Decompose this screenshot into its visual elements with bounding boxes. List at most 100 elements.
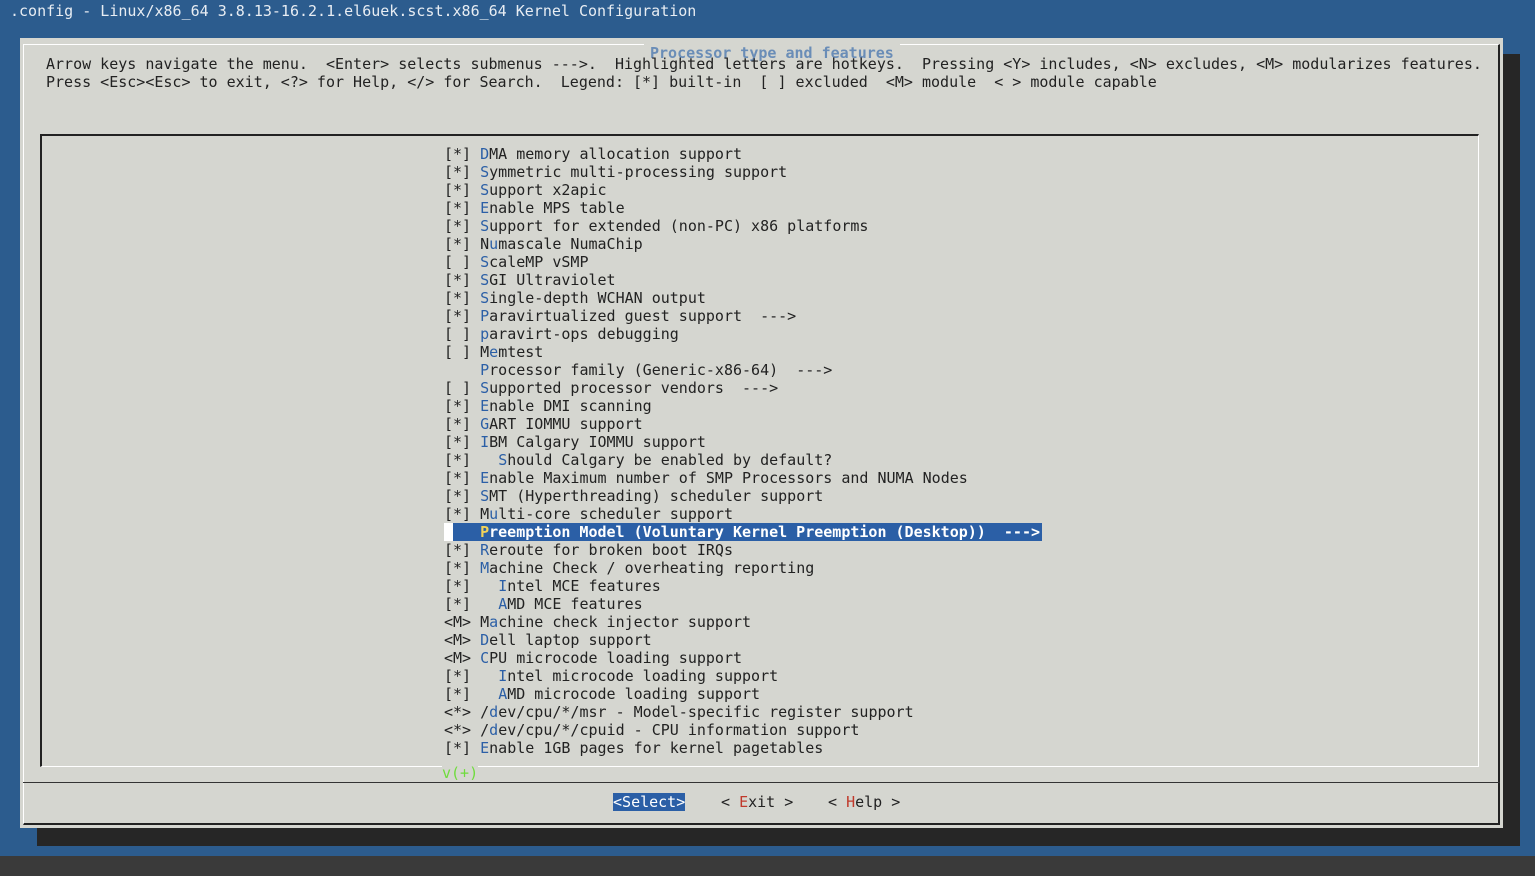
- menu-item[interactable]: [ ] Memtest: [444, 343, 543, 361]
- menu-item-state[interactable]: <M>: [444, 649, 480, 667]
- menu-item-state[interactable]: <M>: [444, 631, 480, 649]
- menu-item-state[interactable]: [*]: [444, 145, 480, 163]
- exit-button[interactable]: < Exit >: [721, 793, 793, 811]
- menu-item-state[interactable]: [*]: [444, 163, 480, 181]
- menu-item-hotkey: S: [480, 487, 490, 505]
- menu-item-hotkey: S: [480, 163, 490, 181]
- menu-item-selected[interactable]: Preemption Model (Voluntary Kernel Preem…: [444, 523, 1043, 541]
- window-title: .config - Linux/x86_64 3.8.13-16.2.1.el6…: [10, 2, 697, 20]
- help-button[interactable]: < Help >: [828, 793, 900, 811]
- menu-item[interactable]: [*] Single-depth WCHAN output: [444, 289, 706, 307]
- menu-item-label: PU microcode loading support: [489, 649, 743, 667]
- menu-item-state[interactable]: [*]: [444, 397, 480, 415]
- menu-item-state[interactable]: <M>: [444, 613, 480, 631]
- menu-item[interactable]: [*] Intel MCE features: [444, 577, 661, 595]
- menu-item-hotkey: A: [498, 595, 508, 613]
- menu-item-state[interactable]: [ ]: [444, 325, 480, 343]
- menu-item-state[interactable]: [*]: [444, 181, 480, 199]
- menu-item-hotkey: R: [480, 541, 490, 559]
- menu-item-hotkey: S: [480, 181, 490, 199]
- menu-item[interactable]: [*] Enable MPS table: [444, 199, 625, 217]
- menu-item-label: ymmetric multi-processing support: [489, 163, 788, 181]
- menu-item[interactable]: [*] Enable 1GB pages for kernel pagetabl…: [444, 739, 823, 757]
- menu-item-hotkey: I: [498, 577, 508, 595]
- menu-item[interactable]: [*] Support for extended (non-PC) x86 pl…: [444, 217, 868, 235]
- menu-item[interactable]: [*] DMA memory allocation support: [444, 145, 742, 163]
- menu-item-label: upported processor vendors --->: [489, 379, 779, 397]
- menu-item-hotkey: I: [498, 667, 508, 685]
- menu-item-state[interactable]: [*]: [444, 271, 480, 289]
- menu-item-state[interactable]: [*]: [444, 235, 480, 253]
- menu-item-state[interactable]: [444, 361, 480, 379]
- menu-item-hotkey: p: [480, 325, 490, 343]
- menu-item[interactable]: <M> CPU microcode loading support: [444, 649, 742, 667]
- menu-item[interactable]: [*] Enable DMI scanning: [444, 397, 652, 415]
- menu-item-state[interactable]: [*]: [444, 739, 480, 757]
- menu-item-spacer: [453, 523, 480, 541]
- menu-item[interactable]: <M> Dell laptop support: [444, 631, 652, 649]
- menu-item[interactable]: [*] Enable Maximum number of SMP Process…: [444, 469, 968, 487]
- help-text-line-1: Arrow keys navigate the menu. <Enter> se…: [46, 55, 1482, 73]
- menu-item-state[interactable]: [*]: [444, 559, 480, 577]
- menu-item-state[interactable]: [ ]: [444, 343, 480, 361]
- menu-item-lead: N: [480, 235, 490, 253]
- menu-item-state[interactable]: [*]: [444, 451, 480, 469]
- menu-item-state[interactable]: [*]: [444, 307, 480, 325]
- menu-item-state[interactable]: [*]: [444, 577, 480, 595]
- menu-item[interactable]: [*] IBM Calgary IOMMU support: [444, 433, 706, 451]
- menu-item[interactable]: [*] SGI Ultraviolet: [444, 271, 616, 289]
- menu-item-state[interactable]: [*]: [444, 505, 480, 523]
- menu-item[interactable]: Processor family (Generic-x86-64) --->: [444, 361, 832, 379]
- menu-item-state[interactable]: [*]: [444, 433, 480, 451]
- menu-item-label: achine Check / overheating reporting: [489, 559, 815, 577]
- menu-item-state[interactable]: [ ]: [444, 253, 480, 271]
- menu-item[interactable]: [*] Machine Check / overheating reportin…: [444, 559, 814, 577]
- menu-item-label: ev/cpu/*/msr - Model-specific register s…: [498, 703, 914, 721]
- menu-item[interactable]: [*] GART IOMMU support: [444, 415, 643, 433]
- menu-item[interactable]: [*] Intel microcode loading support: [444, 667, 778, 685]
- menu-item[interactable]: [*] Symmetric multi-processing support: [444, 163, 787, 181]
- menu-item-label: MT (Hyperthreading) scheduler support: [489, 487, 824, 505]
- scroll-more-indicator[interactable]: v(+): [442, 765, 479, 781]
- menu-item-label: nable 1GB pages for kernel pagetables: [489, 739, 824, 757]
- menu-item[interactable]: <*> /dev/cpu/*/msr - Model-specific regi…: [444, 703, 914, 721]
- menu-item-state[interactable]: [ ]: [444, 379, 480, 397]
- menu-item-state[interactable]: [*]: [444, 289, 480, 307]
- button-separator: [23, 782, 1500, 783]
- menu-item-label: ell laptop support: [489, 631, 652, 649]
- menu-item-state[interactable]: <*>: [444, 703, 480, 721]
- menu-item-state[interactable]: <*>: [444, 721, 480, 739]
- menu-item[interactable]: [ ] Supported processor vendors --->: [444, 379, 778, 397]
- menu-item-state[interactable]: [*]: [444, 415, 480, 433]
- menu-item[interactable]: [*] Support x2apic: [444, 181, 607, 199]
- menu-item-hotkey: E: [480, 469, 490, 487]
- menu-item[interactable]: [ ] ScaleMP vSMP: [444, 253, 589, 271]
- menu-item-label: nable DMI scanning: [489, 397, 652, 415]
- menu-item-state[interactable]: [*]: [444, 217, 480, 235]
- menu-item-state[interactable]: [*]: [444, 541, 480, 559]
- select-button[interactable]: <Select>: [613, 793, 686, 811]
- menu-item[interactable]: [*] Numascale NumaChip: [444, 235, 643, 253]
- menu-item[interactable]: [ ] paravirt-ops debugging: [444, 325, 679, 343]
- menu-item[interactable]: <*> /dev/cpu/*/cpuid - CPU information s…: [444, 721, 859, 739]
- menu-item-hotkey: e: [489, 343, 499, 361]
- menu-item-state[interactable]: [*]: [444, 667, 480, 685]
- menu-item-label: aravirtualized guest support --->: [489, 307, 797, 325]
- menu-item-state[interactable]: [*]: [444, 595, 480, 613]
- menu-item-state[interactable]: [*]: [444, 487, 480, 505]
- menu-listbox[interactable]: [*] DMA memory allocation support [*] Sym…: [40, 134, 1479, 781]
- menu-item-state[interactable]: [*]: [444, 685, 480, 703]
- menu-item-lead: M: [480, 613, 490, 631]
- menu-item[interactable]: [*] AMD microcode loading support: [444, 685, 760, 703]
- menu-item[interactable]: [*] Multi-core scheduler support: [444, 505, 733, 523]
- menu-item[interactable]: [*] Paravirtualized guest support --->: [444, 307, 796, 325]
- menu-item[interactable]: [*] SMT (Hyperthreading) scheduler suppo…: [444, 487, 823, 505]
- menu-item-label: caleMP vSMP: [489, 253, 589, 271]
- menu-item[interactable]: <M> Machine check injector support: [444, 613, 751, 631]
- menu-item[interactable]: [*] AMD MCE features: [444, 595, 643, 613]
- menu-item-state[interactable]: [*]: [444, 469, 480, 487]
- menu-item-label: mtest: [498, 343, 544, 361]
- menu-item[interactable]: [*] Should Calgary be enabled by default…: [444, 451, 832, 469]
- menu-item[interactable]: [*] Reroute for broken boot IRQs: [444, 541, 733, 559]
- menu-item-state[interactable]: [*]: [444, 199, 480, 217]
